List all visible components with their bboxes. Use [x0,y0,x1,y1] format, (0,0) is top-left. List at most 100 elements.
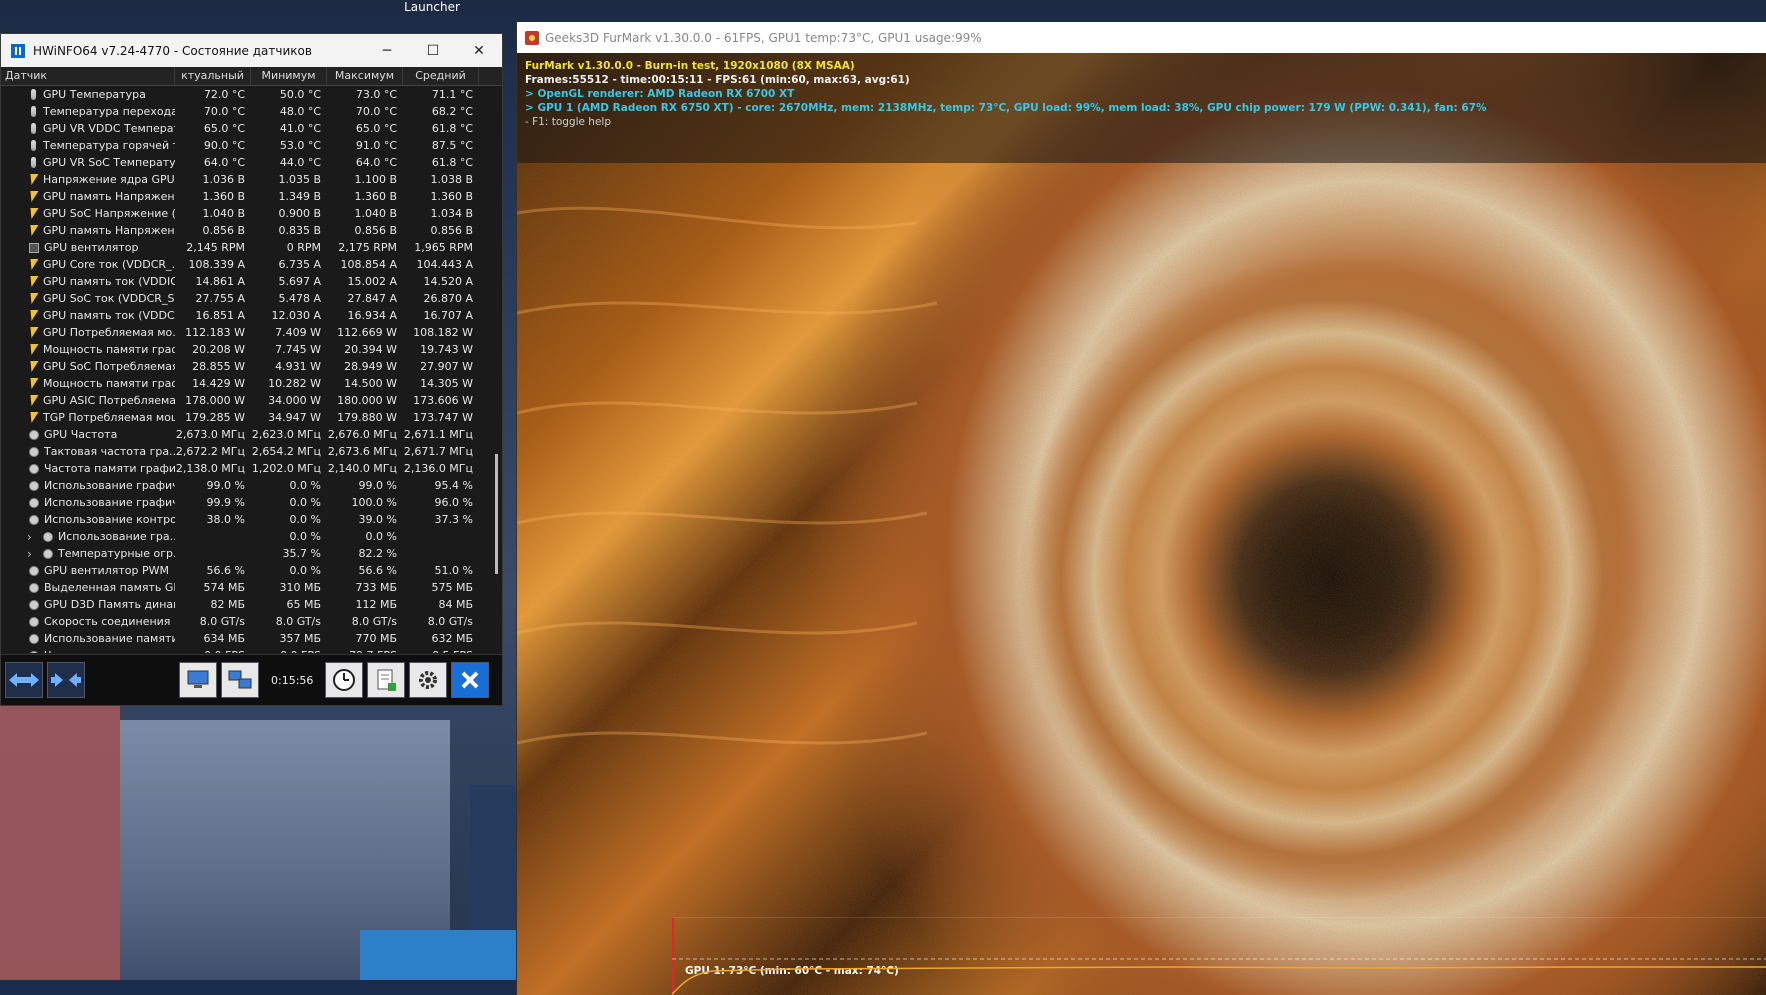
settings-button[interactable] [409,662,448,698]
sensor-row[interactable]: GPU SoC Напряжение (... 1.040 В 0.900 В 1.0… [1,205,502,222]
furmark-titlebar[interactable]: Geeks3D FurMark v1.30.0.0 - 61FPS, GPU1 … [517,22,1766,53]
hwinfo-toolbar: 0:15:56 [1,654,502,705]
sensor-row[interactable]: Использование контро... 38.0 % 0.0 % 39.0 %… [1,511,502,528]
clock-reset-button[interactable] [325,662,364,698]
sensor-name-cell: GPU SoC Потребляемая... [1,360,175,373]
monitor-icon-button[interactable] [179,662,217,698]
sensor-max-value: 28.949 W [344,360,397,373]
sensor-avg-value: 1.034 В [430,207,473,220]
sensor-row[interactable]: GPU память Напряжени... 0.856 В 0.835 В 0.8… [1,222,502,239]
overlay-benchmark-line: FurMark v1.30.0.0 - Burn-in test, 1920x1… [525,60,855,72]
overlay-gpu-line: > GPU 1 (AMD Radeon RX 6750 XT) - core: … [525,102,1487,114]
sensor-row[interactable]: Использование памяти ... 634 МБ 357 МБ 770 … [1,630,502,647]
sensor-name: GPU VR SoC Температура [43,156,175,169]
sensor-row[interactable]: GPU Потребляемая мо... 112.183 W 7.409 W 11… [1,324,502,341]
sensor-name: Выделенная память GP... [44,581,175,594]
sensor-row[interactable]: GPU вентилятор 2,145 RPM 0 RPM 2,175 RPM 1,9… [1,239,502,256]
column-header-average[interactable]: Средний [403,67,479,85]
sensor-current-value: 14.861 A [195,275,245,288]
sensor-name: TGP Потребляемая мощ... [43,411,175,424]
sensor-row[interactable]: GPU память ток (VDDIO) 14.861 A 5.697 A 15.… [1,273,502,290]
sensor-row[interactable]: GPU VR SoC Температура 64.0 °C 44.0 °C 64.0… [1,154,502,171]
sensor-avg-value: 0.856 В [430,224,473,237]
sensor-row[interactable]: Температура горячей т... 90.0 °C 53.0 °C 91… [1,137,502,154]
expand-chevron-icon[interactable]: › [27,530,32,544]
sensor-min-value: 6.735 A [278,258,321,271]
sensor-min-value: 12.030 A [271,309,321,322]
maximize-button[interactable]: ☐ [410,34,456,67]
sensor-row[interactable]: GPU Core ток (VDDCR_... 108.339 A 6.735 A 1… [1,256,502,273]
expand-columns-button[interactable] [5,662,43,698]
column-header-minimum[interactable]: Минимум [251,67,327,85]
sensor-row[interactable]: Частота памяти графи... 2,138.0 МГц 1,202.… [1,460,502,477]
sensor-row[interactable]: Тактовая частота гра... 2,672.2 МГц 2,654.… [1,443,502,460]
sensor-row[interactable]: GPU SoC ток (VDDCR_S... 27.755 A 5.478 A 27… [1,290,502,307]
sensor-row[interactable]: GPU Температура 72.0 °C 50.0 °C 73.0 °C 71.1… [1,86,502,103]
sensor-max-value: 1.040 В [354,207,397,220]
sensor-row[interactable]: Скорость соединения ... 8.0 GT/s 8.0 GT/s 8… [1,613,502,630]
sensor-max-value: 79.7 FPS [327,649,403,653]
sensor-min-value: 48.0 °C [279,105,321,118]
logging-button[interactable] [367,662,406,698]
sensor-row[interactable]: Мощность памяти граф... 14.429 W 10.282 W 1… [1,375,502,392]
sensor-current-value: 56.6 % [206,564,245,577]
collapse-columns-button[interactable] [47,662,85,698]
sensor-row[interactable]: GPU D3D Память динам... 82 МБ 65 МБ 112 МБ 8… [1,596,502,613]
voltage-icon [27,310,39,321]
sensor-avg-value: 0.5 FPS [403,649,479,653]
column-header-current[interactable]: ктуальный [175,67,251,85]
sensor-row[interactable]: Использование графич... 99.9 % 0.0 % 100.0 … [1,494,502,511]
sensor-min-value: 0.835 В [278,224,321,237]
sensor-name-cell: GPU Потребляемая мо... [1,326,175,339]
sensor-name-cell: GPU SoC Напряжение (... [1,207,175,220]
sensor-current-value: 90.0 °C [203,139,245,152]
network-icon-button[interactable] [221,662,259,698]
sensor-max-value: 2,673.6 МГц [327,445,397,458]
sensor-row[interactable]: GPU Частота 2,673.0 МГц 2,623.0 МГц 2,676.0… [1,426,502,443]
sensor-row[interactable]: Выделенная память GP... 574 МБ 310 МБ 733 М… [1,579,502,596]
sensor-name-cell: GPU Core ток (VDDCR_... [1,258,175,271]
minimize-button[interactable]: ─ [364,34,410,67]
sensor-name-cell: Температура перехода... [1,105,175,118]
sensor-row[interactable]: › Температурные огр... 35.7 % 82.2 % [1,545,502,562]
sensor-min-value: 0.0 % [289,564,321,577]
sensor-name-cell: Тактовая частота гра... [1,445,175,458]
sensor-row[interactable]: Напряжение ядра GPU ... 1.036 В 1.035 В 1.1… [1,171,502,188]
sensor-name: GPU D3D Память динам... [44,598,175,611]
sensor-max-value: 770 МБ [355,632,397,645]
sensor-row[interactable]: Температура перехода... 70.0 °C 48.0 °C 70.… [1,103,502,120]
sensor-row[interactable]: Мощность памяти граф... 20.208 W 7.745 W 20… [1,341,502,358]
sensor-row[interactable]: GPU вентилятор PWM 56.6 % 0.0 % 56.6 % 51.0 … [1,562,502,579]
sensor-avg-value: 61.8 °C [431,156,473,169]
sensor-min-value: 0 RPM [286,241,321,254]
sensor-name-cell: TGP Потребляемая мощ... [1,411,175,424]
hwinfo-titlebar[interactable]: HWiNFO64 v7.24-4770 - Состояние датчиков… [1,34,502,67]
sensor-name-cell: Температура горячей т... [1,139,175,152]
close-button[interactable]: ✕ [456,34,502,67]
sensor-row[interactable]: GPU память ток (VDDCI... 16.851 A 12.030 A… [1,307,502,324]
sensor-row[interactable]: GPU VR VDDC Температ... 65.0 °C 41.0 °C 65.… [1,120,502,137]
sensor-row[interactable]: GPU SoC Потребляемая... 28.855 W 4.931 W 28… [1,358,502,375]
sensor-row[interactable]: Частота кадров0.0 FPS0.0 FPS79.7 FPS0.5 … [1,647,502,653]
sensor-table-scrollbar[interactable] [495,454,498,574]
desktop-launcher-label[interactable]: Launcher [392,0,472,18]
column-header-sensor[interactable]: Датчик [1,67,175,85]
sensor-current-value: 64.0 °C [203,156,245,169]
column-header-maximum[interactable]: Максимум [327,67,403,85]
sensor-row[interactable]: GPU ASIC Потребляема... 178.000 W 34.000 W… [1,392,502,409]
sensor-max-value: 20.394 W [344,343,397,356]
expand-chevron-icon[interactable]: › [27,547,32,561]
sensor-current-value: 27.755 A [195,292,245,305]
sensor-max-value: 733 МБ [355,581,397,594]
sensor-row[interactable]: GPU память Напряжени... 1.360 В 1.349 В 1.3… [1,188,502,205]
furmark-render-canvas[interactable] [517,53,1766,995]
sensor-name: Использование памяти ... [44,632,175,645]
sensor-row[interactable]: Использование графич... 99.0 % 0.0 % 99.0 %… [1,477,502,494]
clock-icon [29,480,39,491]
sensor-name-cell: Напряжение ядра GPU ... [1,173,175,186]
close-hwinfo-button[interactable] [451,662,490,698]
sensor-name: Мощность памяти граф... [43,377,175,390]
sensor-row[interactable]: TGP Потребляемая мощ... 179.285 W 34.947 W… [1,409,502,426]
sensor-row[interactable]: › Использование гра... 0.0 % 0.0 % [1,528,502,545]
sensor-max-value: 1.100 В [354,173,397,186]
